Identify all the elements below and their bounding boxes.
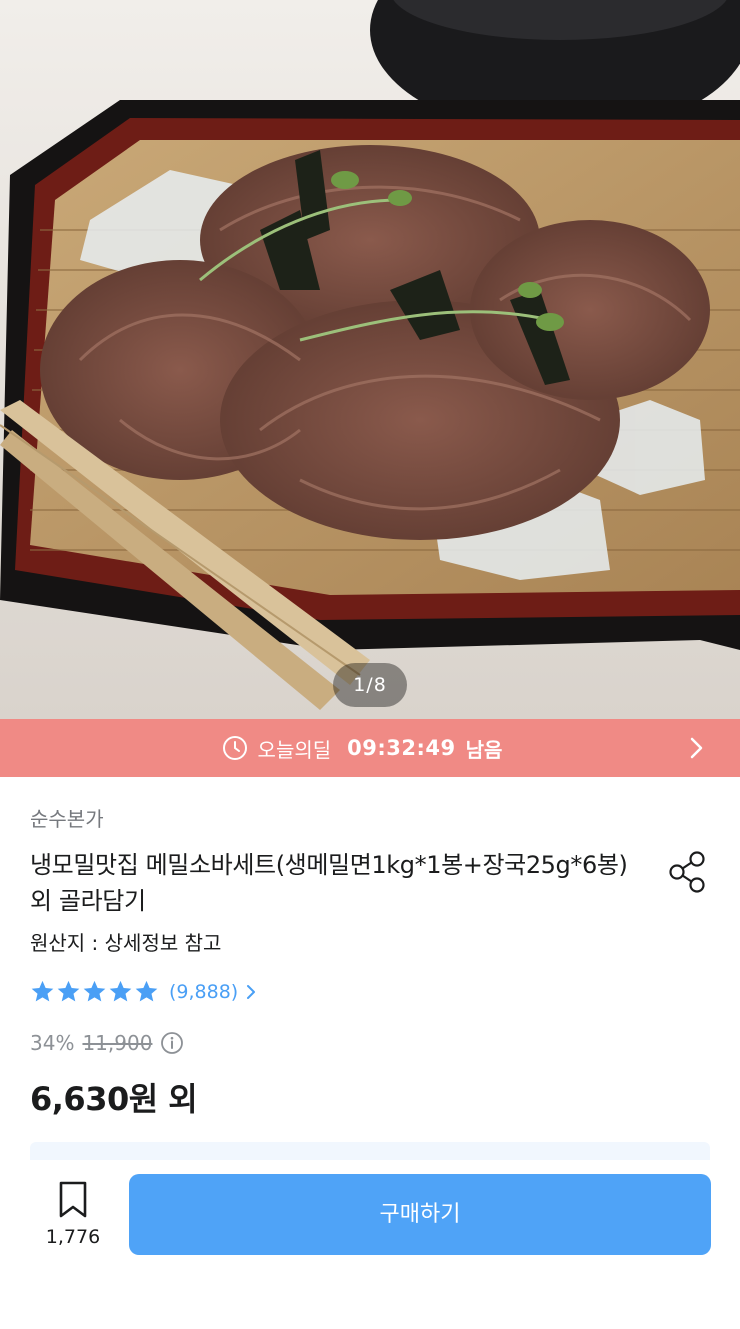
star-icon	[83, 980, 106, 1002]
deal-countdown: 09:32:49	[347, 736, 456, 760]
clock-icon	[222, 736, 247, 760]
star-rating	[30, 979, 159, 1004]
bookmark-count: 1,776	[45, 1226, 101, 1248]
sale-price: 6,630원 외	[30, 1080, 198, 1118]
product-image-gallery[interactable]: 1/8	[0, 0, 740, 719]
star-icon	[109, 980, 132, 1002]
star-icon	[135, 980, 158, 1002]
star-icon	[57, 980, 80, 1002]
product-photo	[0, 0, 740, 719]
rating-row[interactable]: (9,888)	[30, 979, 260, 1004]
share-icon[interactable]	[666, 848, 712, 894]
bottom-action-bar: 1,776 구매하기	[0, 1160, 740, 1329]
bookmark-icon	[59, 1181, 87, 1218]
deal-label: 오늘의딜	[257, 737, 332, 762]
original-price-row: 34% 11,900	[30, 1031, 184, 1055]
bookmark-button[interactable]: 1,776	[40, 1180, 106, 1260]
image-counter: 1/8	[333, 663, 407, 707]
chevron-right-icon	[247, 984, 256, 999]
review-count[interactable]: (9,888)	[169, 981, 238, 1003]
origin-info: 원산지 : 상세정보 참고	[30, 931, 222, 955]
buy-button[interactable]: 구매하기	[129, 1174, 711, 1255]
discount-rate: 34%	[30, 1031, 75, 1055]
info-icon[interactable]	[160, 1031, 184, 1055]
todays-deal-banner[interactable]: 오늘의딜 09:32:49 남음	[0, 719, 740, 777]
star-icon	[31, 980, 54, 1002]
deal-remaining-text: 남음	[465, 737, 503, 762]
product-title: 냉모밀맛집 메밀소바세트(생메밀면1kg*1봉+장국25g*6봉) 외 골라담기	[30, 851, 628, 915]
brand-name[interactable]: 순수본가	[30, 803, 104, 832]
chevron-right-icon[interactable]	[684, 736, 708, 760]
original-price: 11,900	[82, 1031, 153, 1055]
